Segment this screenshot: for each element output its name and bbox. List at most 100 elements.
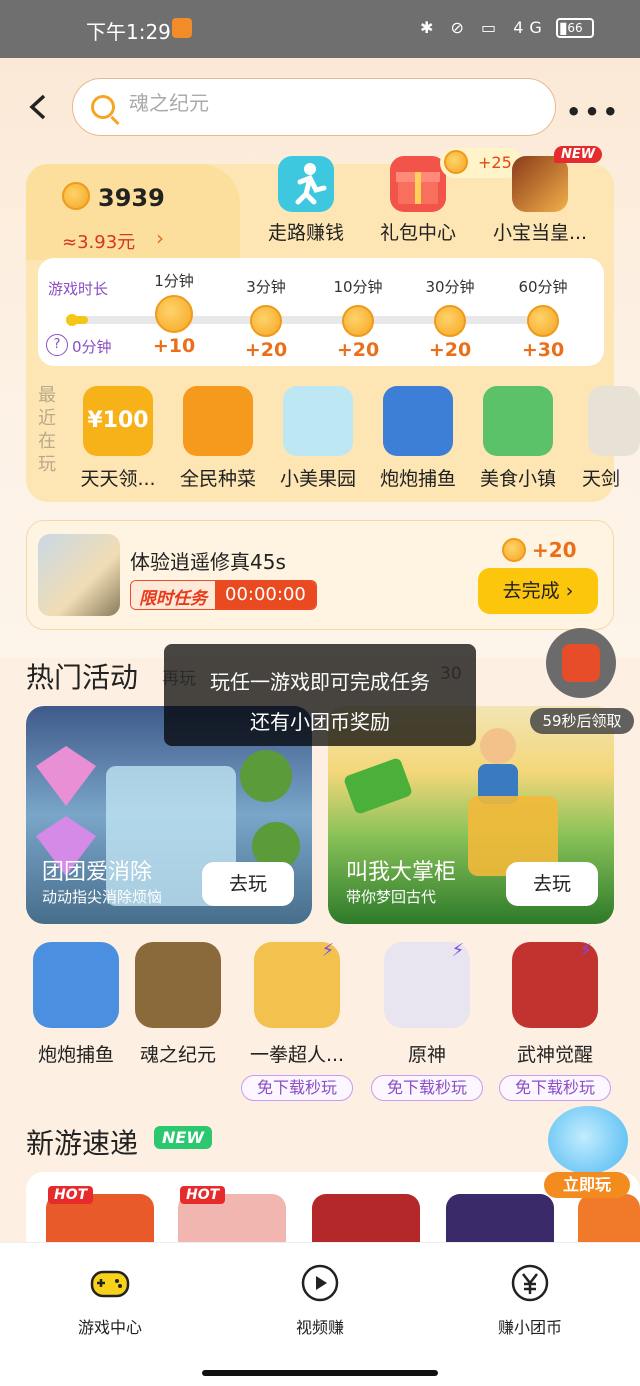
step-label: 30分钟: [425, 278, 475, 296]
hot-activities-title: 热门活动: [26, 661, 139, 694]
recent-game-name: 炮炮捕鱼: [379, 468, 456, 490]
playtime-step[interactable]: 60分钟 +30: [503, 276, 583, 361]
step-label: 10分钟: [333, 278, 383, 296]
recent-game-name: 全民种菜: [179, 468, 256, 490]
new-game-thumbnail[interactable]: [446, 1194, 554, 1242]
coin-icon: [155, 295, 193, 333]
mascot-widget[interactable]: 立即玩: [540, 1100, 634, 1198]
lightning-icon: ⚡: [451, 940, 465, 961]
home-indicator[interactable]: [202, 1370, 438, 1376]
playtime-step[interactable]: 1分钟 +10: [134, 270, 214, 357]
instant-play-tag: 免下载秒玩: [371, 1075, 483, 1101]
new-game-thumbnail[interactable]: [312, 1194, 420, 1242]
reward-countdown: 59秒后领取: [530, 708, 634, 734]
quick-action-game[interactable]: 小宝当皇...: [480, 156, 600, 245]
game-name: 武神觉醒: [516, 1044, 593, 1066]
quick-action-label: 小宝当皇...: [492, 222, 588, 244]
search-icon: [91, 95, 115, 119]
mascot-bird-icon: [548, 1106, 628, 1174]
help-icon[interactable]: ?: [46, 334, 68, 356]
search-input[interactable]: 魂之纪元: [72, 78, 556, 136]
game-name: 原神: [407, 1044, 446, 1066]
nav-video-earn[interactable]: 视频赚: [250, 1262, 390, 1338]
coin-icon: [527, 305, 559, 337]
recent-game-item[interactable]: 全民种菜: [170, 386, 266, 491]
nav-earn-coins[interactable]: 赚小团币: [460, 1262, 600, 1338]
nav-game-center[interactable]: 游戏中心: [40, 1262, 180, 1338]
limited-task-tag: 限时任务 00:00:00: [130, 580, 317, 610]
recent-game-item[interactable]: 美食小镇: [470, 386, 566, 491]
new-game-thumbnail[interactable]: [578, 1194, 640, 1242]
nav-label: 游戏中心: [77, 1318, 142, 1337]
complete-task-button[interactable]: 去完成 ›: [478, 568, 598, 614]
more-options-icon[interactable]: •••: [566, 98, 621, 126]
toast-line: 还有小团币奖励: [250, 710, 390, 734]
search-placeholder: 魂之纪元: [129, 91, 209, 115]
quick-action-walk[interactable]: 走路赚钱: [246, 156, 366, 245]
running-person-icon: [278, 156, 334, 212]
instant-play-tag: 免下载秒玩: [241, 1075, 353, 1101]
lightning-icon: ⚡: [321, 940, 335, 961]
game-icon: ⚡: [512, 940, 598, 1028]
step-reward: +20: [428, 339, 472, 361]
floating-red-packet[interactable]: [546, 628, 616, 698]
game-item[interactable]: ⚡ 一拳超人... 免下载秒玩: [236, 940, 358, 1101]
coin-balance: 3939: [98, 184, 165, 212]
game-item[interactable]: 魂之纪元: [120, 942, 236, 1067]
recent-label: 最近在玩: [38, 385, 56, 475]
task-game-thumbnail[interactable]: [38, 534, 120, 616]
recent-game-icon: [183, 386, 253, 456]
game-item[interactable]: 炮炮捕鱼: [18, 942, 134, 1067]
playtime-step[interactable]: 10分钟 +20: [318, 276, 398, 361]
status-bar: 下午1:29 ✱ ⊘ ▭ 4G ▮ 66: [0, 0, 640, 58]
recent-game-item[interactable]: 小美果园: [270, 386, 366, 491]
new-badge: NEW: [554, 146, 603, 163]
step-label: 60分钟: [518, 278, 568, 296]
step-label: 3分钟: [246, 278, 286, 296]
game-icon: ⚡: [384, 940, 470, 1028]
recent-game-icon: [483, 386, 553, 456]
recent-game-icon: [383, 386, 453, 456]
recent-game-item[interactable]: ¥100 天天领...: [70, 386, 166, 491]
chevron-right-icon[interactable]: ›: [156, 226, 164, 250]
toast-message: 玩任一游戏即可完成任务 还有小团币奖励: [164, 644, 476, 746]
quick-action-label: 礼包中心: [379, 222, 456, 244]
coin-icon: [434, 305, 466, 337]
playtime-step[interactable]: 3分钟 +20: [226, 276, 306, 361]
play-now-button[interactable]: 立即玩: [544, 1172, 630, 1198]
new-badge: NEW: [154, 1126, 212, 1149]
game-item[interactable]: ⚡ 原神免下载秒玩: [366, 940, 488, 1101]
network-label: 4G: [513, 18, 548, 37]
hot-card-name: 叫我大掌柜: [346, 860, 457, 885]
hot-badge: HOT: [180, 1186, 226, 1204]
play-button[interactable]: 去玩: [506, 862, 598, 906]
playtime-step[interactable]: 30分钟 +20: [410, 276, 490, 361]
game-item[interactable]: ⚡ 武神觉醒免下载秒玩: [494, 940, 616, 1101]
playtime-current: 0分钟: [72, 338, 112, 356]
game-icon: [33, 942, 119, 1028]
status-time: 下午1:29: [86, 20, 171, 44]
step-reward: +30: [521, 339, 565, 361]
game-icon: ⚡: [254, 940, 340, 1028]
recent-game-item[interactable]: 天剑: [570, 386, 640, 491]
back-button[interactable]: [26, 90, 52, 124]
game-icon: [135, 942, 221, 1028]
nav-label: 视频赚: [295, 1318, 344, 1337]
task-timer: 00:00:00: [215, 581, 316, 609]
task-title: 体验逍遥修真45s: [130, 550, 286, 574]
status-icons: ✱ ⊘ ▭ 4G ▮: [420, 18, 574, 37]
game-name: 炮炮捕鱼: [37, 1044, 114, 1066]
game-cover-icon: [512, 156, 568, 212]
step-reward: +20: [244, 339, 288, 361]
back-arrow-icon: [29, 94, 46, 120]
recent-game-item[interactable]: 炮炮捕鱼: [370, 386, 466, 491]
play-button[interactable]: 去玩: [202, 862, 294, 906]
red-packet-icon: [562, 644, 600, 682]
task-reward: +20: [532, 538, 577, 562]
battery-icon: 66: [556, 18, 594, 38]
playtime-title: 游戏时长: [48, 280, 109, 298]
coin-cny-value[interactable]: ≈3.93元: [62, 228, 135, 254]
instant-play-tag: 免下载秒玩: [499, 1075, 611, 1101]
hot-badge: HOT: [48, 1186, 94, 1204]
recent-game-icon: ¥100: [83, 386, 153, 456]
